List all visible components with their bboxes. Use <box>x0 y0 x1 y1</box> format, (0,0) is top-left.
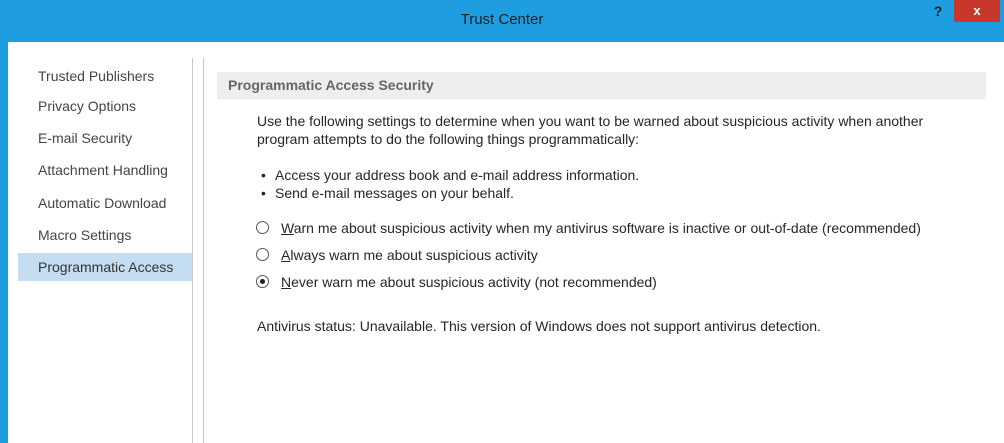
radio-label-text: arn me about suspicious activity when my… <box>293 220 921 236</box>
settings-panel: Programmatic Access Security Use the fol… <box>203 58 1004 443</box>
bullet-text: Send e-mail messages on your behalf. <box>275 185 514 201</box>
sidebar: Trusted Publishers Privacy Options E-mai… <box>18 58 193 443</box>
bullet-icon: • <box>261 167 266 183</box>
description-line: program attempts to do the following thi… <box>257 131 640 147</box>
access-key: A <box>281 247 291 263</box>
sidebar-item-attachment-handling[interactable]: Attachment Handling <box>18 156 192 184</box>
sidebar-item-trusted-publishers[interactable]: Trusted Publishers <box>18 62 192 90</box>
sidebar-item-macro-settings[interactable]: Macro Settings <box>18 221 192 249</box>
radio-label: Always warn me about suspicious activity <box>281 245 538 265</box>
radio-button-icon[interactable] <box>256 248 269 261</box>
sidebar-item-programmatic-access[interactable]: Programmatic Access <box>18 253 192 281</box>
section-title: Programmatic Access Security <box>217 72 986 99</box>
description: Use the following settings to determine … <box>257 112 987 148</box>
description-line: Use the following settings to determine … <box>257 113 924 129</box>
radio-label: Warn me about suspicious activity when m… <box>281 218 921 238</box>
radio-label-text: ever warn me about suspicious activity (… <box>291 274 657 290</box>
radio-label-text: lways warn me about suspicious activity <box>290 247 538 263</box>
window-title: Trust Center <box>460 11 544 28</box>
radio-selected-dot-icon <box>260 279 265 284</box>
bullet-icon: • <box>261 185 266 201</box>
radio-button-icon[interactable] <box>256 221 269 234</box>
access-key: N <box>281 274 292 290</box>
radio-button-icon-selected[interactable] <box>256 275 269 288</box>
antivirus-status: Antivirus status: Unavailable. This vers… <box>257 318 821 334</box>
radio-label: Never warn me about suspicious activity … <box>281 272 657 292</box>
sidebar-item-privacy-options[interactable]: Privacy Options <box>18 92 192 120</box>
bullet-item: • Access your address book and e-mail ad… <box>261 166 640 184</box>
title-bar[interactable]: Trust Center <box>0 0 1004 42</box>
sidebar-item-email-security[interactable]: E-mail Security <box>18 124 192 152</box>
help-button[interactable]: ? <box>924 0 952 22</box>
close-button[interactable]: x <box>954 0 1000 22</box>
access-key: W <box>281 220 294 236</box>
bullet-text: Access your address book and e-mail addr… <box>275 167 640 183</box>
sidebar-item-automatic-download[interactable]: Automatic Download <box>18 189 192 217</box>
bullet-item: • Send e-mail messages on your behalf. <box>261 184 514 202</box>
